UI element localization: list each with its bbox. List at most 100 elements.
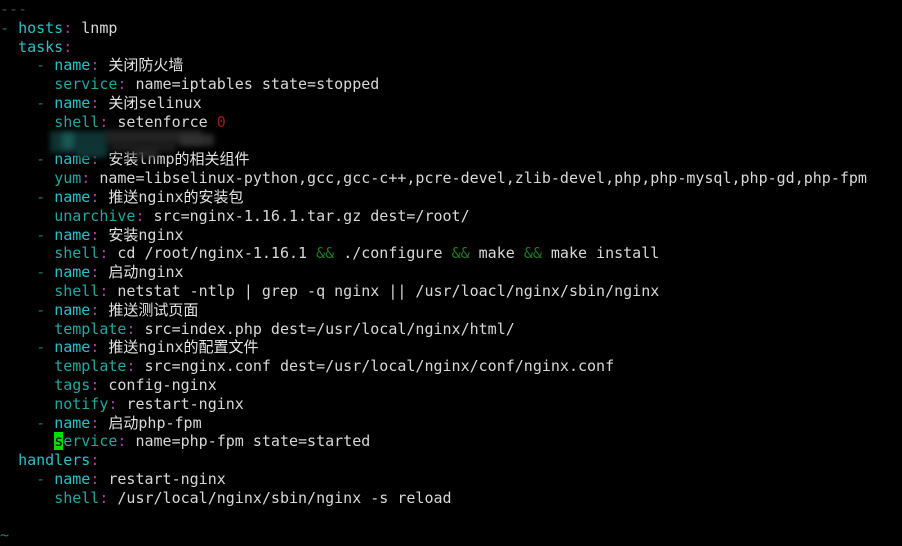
value-task3-name-c: 的相关组件 bbox=[174, 150, 250, 169]
code-line-task9-service: service: name=php-fpm state=started bbox=[0, 432, 902, 451]
code-line-task9-name: - name: 启动php-fpm bbox=[0, 414, 902, 433]
code-line-task6-shell: shell: netstat -ntlp | grep -q nginx || … bbox=[0, 282, 902, 301]
key-name: name bbox=[54, 413, 91, 432]
value-handler-name: restart-nginx bbox=[108, 469, 226, 488]
list-dash: - bbox=[36, 93, 46, 112]
code-line-task3-yum: yum: name=libselinux-python,gcc,gcc-c++,… bbox=[0, 169, 902, 188]
value-task1-service: name=iptables state=stopped bbox=[135, 75, 380, 94]
key-shell: shell bbox=[54, 488, 100, 507]
value-task8-template-args: src=nginx.conf dest=/usr/local/nginx/con… bbox=[144, 357, 615, 376]
value-task3-yum-packages: name=libselinux-python,gcc,gcc-c++,pcre-… bbox=[99, 169, 867, 188]
code-line-task7-name: - name: 推送测试页面 bbox=[0, 301, 902, 320]
code-line-doc-start: --- bbox=[0, 0, 902, 19]
key-name: name bbox=[54, 338, 91, 357]
colon: : bbox=[63, 18, 73, 37]
value-task8-name-b: nginx bbox=[138, 338, 184, 357]
code-line-task6-name: - name: 启动nginx bbox=[0, 263, 902, 282]
key-shell: shell bbox=[54, 112, 100, 131]
colon: : bbox=[81, 169, 91, 188]
value-hosts: lnmp bbox=[81, 18, 118, 37]
value-task8-name-a: 推送 bbox=[108, 338, 139, 357]
code-line-task5-shell: shell: cd /root/nginx-1.16.1 && ./config… bbox=[0, 244, 902, 263]
key-name: name bbox=[54, 225, 91, 244]
code-line-task8-tags: tags: config-nginx bbox=[0, 376, 902, 395]
colon: : bbox=[90, 300, 100, 319]
value-task2-name-cjk: 关闭 bbox=[108, 93, 139, 112]
code-line-task4-unarchive: unarchive: src=nginx-1.16.1.tar.gz dest=… bbox=[0, 207, 902, 226]
list-dash: - bbox=[36, 150, 46, 169]
list-dash: - bbox=[36, 469, 46, 488]
value-build-cd: cd /root/nginx-1.16.1 bbox=[117, 244, 308, 263]
value-task2-name-latin: selinux bbox=[138, 93, 202, 112]
code-line-tasks: tasks: bbox=[0, 38, 902, 57]
code-line-task2-shell: shell: setenforce 0 bbox=[0, 113, 902, 132]
operator-and: && bbox=[523, 244, 542, 263]
value-task9-service: name=php-fpm state=started bbox=[135, 432, 371, 451]
value-handler-shell: /usr/local/nginx/sbin/nginx -s reload bbox=[117, 488, 452, 507]
value-task7-name: 推送测试页面 bbox=[108, 300, 199, 319]
value-task7-template-args: src=index.php dest=/usr/local/nginx/html… bbox=[144, 319, 515, 338]
value-task6-name-b: nginx bbox=[138, 263, 184, 282]
code-line-task5-name: - name: 安装nginx bbox=[0, 226, 902, 245]
code-line-handler-shell: shell: /usr/local/nginx/sbin/nginx -s re… bbox=[0, 489, 902, 508]
value-task3-name-b: lnmp bbox=[138, 150, 175, 169]
code-line-task1-service: service: name=iptables state=stopped bbox=[0, 75, 902, 94]
vim-filler-tilde-line: ~ bbox=[0, 526, 902, 545]
colon: : bbox=[90, 413, 100, 432]
text-cursor[interactable]: s bbox=[54, 432, 64, 451]
colon: : bbox=[90, 187, 100, 206]
value-task8-notify: restart-nginx bbox=[126, 394, 244, 413]
tilde-marker: ~ bbox=[0, 526, 10, 545]
value-build-configure: ./configure bbox=[343, 244, 443, 263]
key-name: name bbox=[54, 469, 91, 488]
terminal-window[interactable]: --- - hosts: lnmp tasks: - name: 关闭防火墙 s… bbox=[0, 0, 902, 546]
key-tasks: tasks bbox=[18, 37, 64, 56]
colon: : bbox=[90, 469, 100, 488]
key-name: name bbox=[54, 93, 91, 112]
key-hosts: hosts bbox=[18, 18, 64, 37]
key-name: name bbox=[54, 263, 91, 282]
list-dash: - bbox=[0, 18, 10, 37]
list-dash: - bbox=[36, 56, 46, 75]
value-task6-name-a: 启动 bbox=[108, 263, 139, 282]
key-name: name bbox=[54, 150, 91, 169]
code-line-handlers: handlers: bbox=[0, 451, 902, 470]
list-dash: - bbox=[36, 187, 46, 206]
key-shell: shell bbox=[54, 244, 100, 263]
key-tags: tags bbox=[54, 375, 91, 394]
value-task3-name-a: 安装 bbox=[108, 150, 139, 169]
value-build-make-install: make install bbox=[550, 244, 660, 263]
key-service: service bbox=[54, 75, 118, 94]
code-line-task2-name: - name: 关闭selinux bbox=[0, 94, 902, 113]
list-dash: - bbox=[36, 300, 46, 319]
colon: : bbox=[90, 225, 100, 244]
code-line-handler-name: - name: restart-nginx bbox=[0, 470, 902, 489]
colon: : bbox=[90, 56, 100, 75]
colon: : bbox=[90, 375, 100, 394]
value-task8-name-c: 的配置文件 bbox=[183, 338, 259, 357]
key-name: name bbox=[54, 187, 91, 206]
key-handlers: handlers bbox=[18, 451, 91, 470]
colon: : bbox=[90, 451, 100, 470]
key-shell: shell bbox=[54, 281, 100, 300]
value-task5-name-b: nginx bbox=[138, 225, 184, 244]
code-line-task4-name: - name: 推送nginx的安装包 bbox=[0, 188, 902, 207]
value-task4-unarchive-args: src=nginx-1.16.1.tar.gz dest=/root/ bbox=[153, 206, 470, 225]
colon: : bbox=[63, 37, 73, 56]
operator-and: && bbox=[316, 244, 335, 263]
value-task9-name-b: php-fpm bbox=[138, 413, 202, 432]
value-task5-name-a: 安装 bbox=[108, 225, 139, 244]
value-task6-shell-cmd: netstat -ntlp | grep -q nginx || /usr/lo… bbox=[117, 281, 660, 300]
value-task8-tags: config-nginx bbox=[108, 375, 217, 394]
colon: : bbox=[90, 263, 100, 282]
yaml-doc-start-token: --- bbox=[0, 0, 28, 18]
key-name: name bbox=[54, 56, 91, 75]
code-line-redacted bbox=[0, 132, 902, 151]
value-task1-name: 关闭防火墙 bbox=[108, 56, 184, 75]
colon: : bbox=[90, 338, 100, 357]
value-task9-name-a: 启动 bbox=[108, 413, 139, 432]
value-build-make: make bbox=[478, 244, 515, 263]
key-unarchive: unarchive bbox=[54, 206, 136, 225]
value-task2-shell-cmd: setenforce bbox=[117, 112, 208, 131]
